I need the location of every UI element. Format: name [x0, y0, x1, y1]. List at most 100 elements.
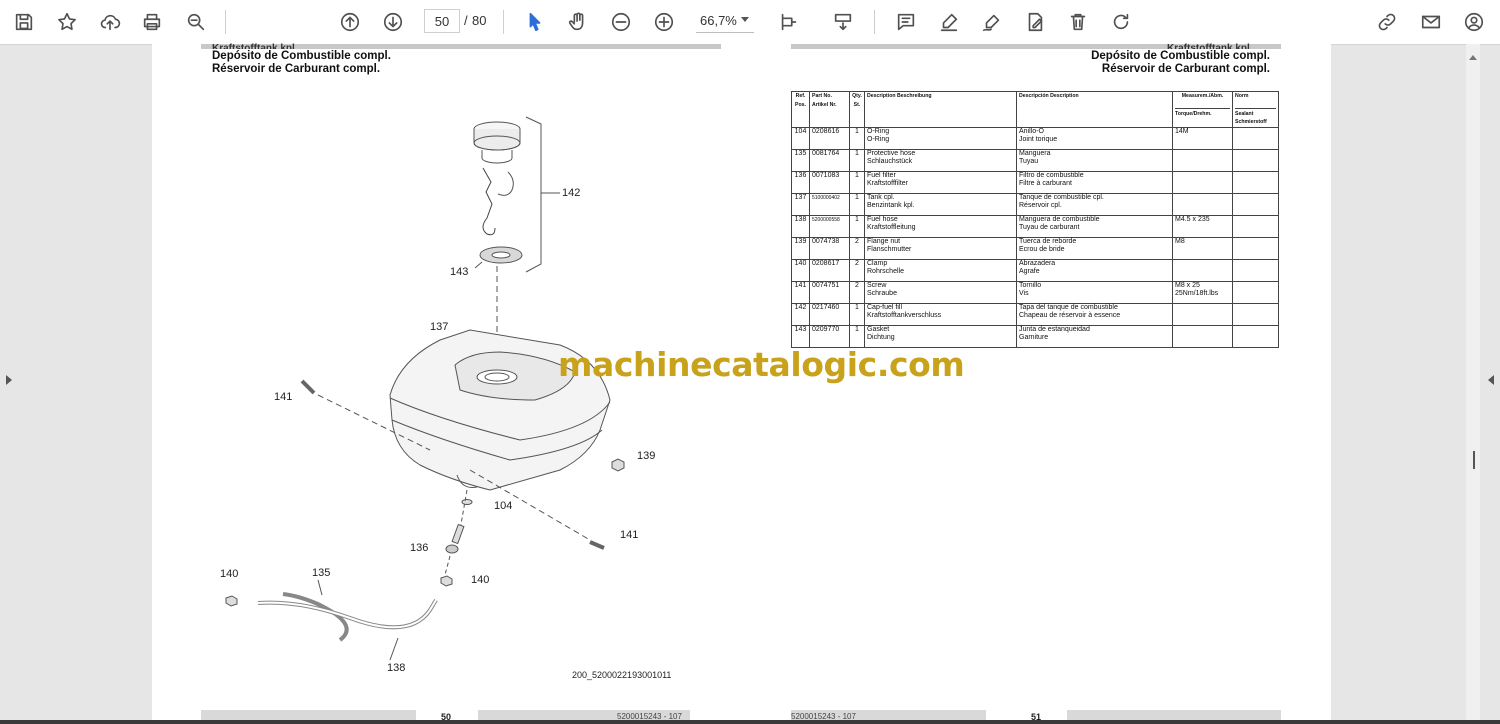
cell-measurement	[1172, 192, 1233, 216]
callout-label: 138	[387, 662, 406, 674]
cell-part-no: 0217460	[809, 302, 850, 326]
upload-icon[interactable]	[96, 8, 124, 36]
cell-description-es: Filtro de combustible Filtre à carburant	[1016, 170, 1173, 194]
description-line-1: Manguera	[1019, 149, 1051, 157]
table-row: 142 0217460 1 Cap-fuel fill Kraftstofftankve…	[791, 302, 1279, 326]
cell-measurement: M4.5 x 235	[1172, 214, 1233, 238]
toolbar-divider	[225, 10, 226, 34]
bookmark-star-icon[interactable]	[53, 8, 81, 36]
measurement-line-1: 14M	[1175, 127, 1189, 135]
cell-ref: 143	[791, 324, 810, 348]
table-row: 140 0208617 2 Clamp Rohrschelle Abrazadera Agr…	[791, 258, 1279, 282]
rotate-icon[interactable]	[1107, 8, 1135, 36]
description-line-1: Tuerca de reborde	[1019, 237, 1077, 245]
hand-icon[interactable]	[564, 8, 592, 36]
print-icon[interactable]	[138, 8, 166, 36]
cell-ref: 141	[791, 280, 810, 304]
description-line-1: Cap-fuel fill	[867, 303, 903, 311]
header-norm-label: Norm	[1235, 93, 1249, 99]
cell-part-no: 0071083	[809, 170, 850, 194]
description-line-1: Abrazadera	[1019, 259, 1056, 267]
description-line-2: Réservoir cpl.	[1019, 202, 1062, 209]
cell-measurement	[1172, 148, 1233, 172]
page-title-es: Depósito de Combustible compl.	[212, 50, 391, 62]
cell-qty: 1	[849, 148, 865, 172]
table-row: 135 0081764 1 Protective hose Schlauchstück M…	[791, 148, 1279, 172]
scroll-thumb[interactable]	[1473, 451, 1475, 469]
header-measurement-label: Measurem./Abm.	[1181, 93, 1224, 99]
description-line-2: O-Ring	[867, 136, 890, 143]
fit-page-icon[interactable]	[775, 8, 803, 36]
account-icon[interactable]	[1460, 8, 1488, 36]
cell-description-es: Anillo-O Joint torique	[1016, 126, 1173, 150]
description-line-1: Manguera de combustible	[1019, 215, 1100, 223]
cell-norm	[1232, 126, 1279, 150]
cell-description-es: Junta de estanqueidad Garniture	[1016, 324, 1173, 348]
header-norm: Norm Sealant Schmierstoff	[1232, 91, 1279, 128]
cell-part-no: 5200000558	[809, 214, 850, 238]
table-row: 141 0074751 2 Screw Schraube Tornillo Vis M8 x …	[791, 280, 1279, 304]
table-row: 136 0071083 1 Fuel filter Kraftstofffilter Fi…	[791, 170, 1279, 194]
cell-part-no: 0208616	[809, 126, 850, 150]
cell-norm	[1232, 302, 1279, 326]
cell-qty: 1	[849, 302, 865, 326]
parts-table: Ref. Pos. Part No. Artikel Nr. Qty. St. …	[791, 91, 1279, 348]
cell-qty: 2	[849, 280, 865, 304]
chevron-down-icon[interactable]	[741, 17, 749, 22]
watermark-text: machinecatalogic.com	[558, 345, 965, 384]
page-down-icon[interactable]	[379, 8, 407, 36]
cell-description-es: Tuerca de reborde Ecrou de bride	[1016, 236, 1173, 260]
page-number-input[interactable]: 50	[424, 9, 460, 33]
cell-norm	[1232, 148, 1279, 172]
callout-label: 136	[410, 542, 429, 554]
cell-qty: 1	[849, 170, 865, 194]
description-line-1: O-Ring	[867, 127, 890, 135]
cell-ref: 135	[791, 148, 810, 172]
header-description-de: Description Beschreibung	[864, 91, 1017, 128]
header-cut-text: Kraftstofftank kpl.	[212, 43, 298, 49]
zoom-out-icon[interactable]	[607, 8, 635, 36]
highlight-icon[interactable]	[935, 8, 963, 36]
scroll-up-icon[interactable]	[1469, 55, 1477, 60]
cell-norm	[1232, 236, 1279, 260]
page-up-icon[interactable]	[336, 8, 364, 36]
measurement-line-1: M8	[1175, 237, 1185, 245]
zoom-in-icon[interactable]	[650, 8, 678, 36]
sign-icon[interactable]	[978, 8, 1006, 36]
measurement-line-1: M8 x 25	[1175, 281, 1200, 289]
callout-label: 135	[312, 567, 331, 579]
comment-icon[interactable]	[892, 8, 920, 36]
cell-description-es: Manguera Tuyau	[1016, 148, 1173, 172]
cell-description-de: Fuel filter Kraftstofffilter	[864, 170, 1017, 194]
scroll-mode-icon[interactable]	[829, 8, 857, 36]
delete-icon[interactable]	[1064, 8, 1092, 36]
cell-ref: 138	[791, 214, 810, 238]
left-panel-toggle-icon[interactable]	[6, 375, 12, 385]
description-line-2: Chapeau de réservoir à essence	[1019, 312, 1121, 319]
cell-norm	[1232, 324, 1279, 348]
share-link-icon[interactable]	[1373, 8, 1401, 36]
select-cursor-icon[interactable]	[521, 8, 549, 36]
cell-ref: 104	[791, 126, 810, 150]
measurement-line-2: 25Nm/18ft.lbs	[1175, 290, 1219, 297]
cell-qty: 2	[849, 258, 865, 282]
callout-label: 141	[620, 529, 639, 541]
header-description-es: Descripción Description	[1016, 91, 1173, 128]
right-panel-toggle-icon[interactable]	[1488, 375, 1494, 385]
table-row: 138 5200000558 1 Fuel hose Kraftstoffleitung…	[791, 214, 1279, 238]
cell-ref: 137	[791, 192, 810, 216]
description-line-1: Anillo-O	[1019, 127, 1044, 135]
save-icon[interactable]	[10, 8, 38, 36]
table-header-row: Ref. Pos. Part No. Artikel Nr. Qty. St. …	[791, 91, 1279, 128]
description-line-2: Vis	[1019, 290, 1029, 297]
page-total: 80	[472, 13, 487, 28]
vertical-scrollbar[interactable]	[1466, 44, 1480, 720]
cell-part-no: 0081764	[809, 148, 850, 172]
description-line-1: Junta de estanqueidad	[1019, 325, 1090, 333]
email-icon[interactable]	[1417, 8, 1445, 36]
zoom-search-icon[interactable]	[182, 8, 210, 36]
cell-measurement: M8 x 25 25Nm/18ft.lbs	[1172, 280, 1233, 304]
edit-pdf-icon[interactable]	[1021, 8, 1049, 36]
cell-norm	[1232, 214, 1279, 238]
description-line-1: Tank cpl.	[867, 193, 895, 201]
